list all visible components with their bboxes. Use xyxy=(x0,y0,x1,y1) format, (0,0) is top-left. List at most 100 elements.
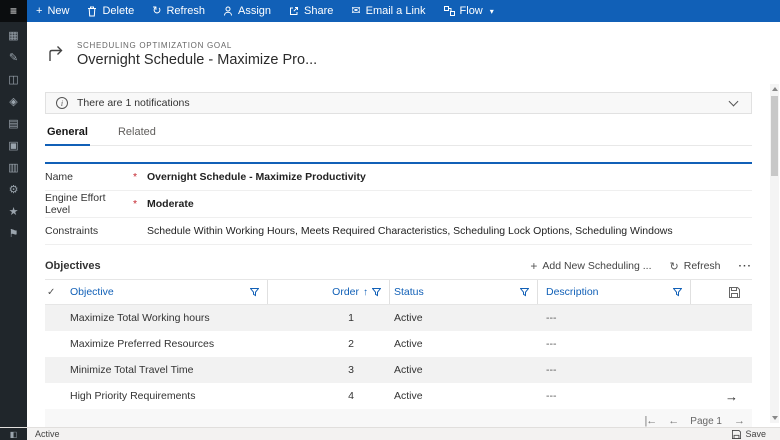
field-label: Name xyxy=(45,171,74,183)
nav-icon-4[interactable]: ◈ xyxy=(9,97,17,108)
plus-icon: + xyxy=(36,4,43,17)
cell-objective: Maximize Total Working hours xyxy=(70,312,210,324)
required-asterisk: * xyxy=(133,171,138,183)
notification-expand-chevron-icon[interactable] xyxy=(728,96,739,107)
plus-icon: + xyxy=(530,259,538,273)
refresh-icon: ↻ xyxy=(152,4,162,17)
page-indicator: Page 1 xyxy=(690,415,722,427)
field-value-engine-effort[interactable]: Moderate xyxy=(147,198,194,210)
column-header-objective[interactable]: Objective xyxy=(70,280,268,304)
share-button[interactable]: Share xyxy=(280,0,342,22)
field-constraints: Constraints Schedule Within Working Hour… xyxy=(45,218,752,245)
nav-icon-2[interactable]: ✎ xyxy=(9,53,18,64)
cell-order: 2 xyxy=(348,338,354,350)
field-value-constraints[interactable]: Schedule Within Working Hours, Meets Req… xyxy=(147,225,673,237)
save-disk-icon xyxy=(732,429,742,439)
field-name: Name * Overnight Schedule - Maximize Pro… xyxy=(45,164,752,191)
cell-status: Active xyxy=(394,364,423,376)
cell-objective: High Priority Requirements xyxy=(70,390,196,402)
status-square-icon: ◧ xyxy=(0,428,27,440)
share-icon xyxy=(289,6,299,16)
column-header-description[interactable]: Description xyxy=(538,280,691,304)
filter-funnel-icon[interactable] xyxy=(372,287,381,297)
refresh-button[interactable]: ↻ Refresh xyxy=(143,0,214,22)
cell-objective: Minimize Total Travel Time xyxy=(70,364,194,376)
sort-ascending-icon: ↑ xyxy=(363,286,368,298)
subgrid-more-commands-button[interactable]: ··· xyxy=(739,260,753,272)
flow-icon xyxy=(443,6,455,16)
cell-order: 3 xyxy=(348,364,354,376)
nav-icon-8[interactable]: ⚙ xyxy=(9,185,19,196)
cell-status: Active xyxy=(394,312,423,324)
table-row[interactable]: Minimize Total Travel Time 3 Active --- xyxy=(45,357,752,383)
refresh-icon: ↻ xyxy=(669,260,679,273)
record-status-label: Active xyxy=(35,429,60,439)
grid-pagination: |← ← Page 1 → xyxy=(45,409,752,427)
flow-button[interactable]: Flow ▾ xyxy=(435,0,503,22)
field-label: Engine Effort Level xyxy=(45,192,106,216)
add-new-scheduling-button[interactable]: + Add New Scheduling ... xyxy=(530,259,651,273)
assign-button[interactable]: Assign xyxy=(214,0,280,22)
nav-icon-9[interactable]: ★ xyxy=(9,207,19,218)
scrollbar-thumb[interactable] xyxy=(771,96,778,176)
column-header-status[interactable]: Status xyxy=(390,280,538,304)
nav-icon-10[interactable]: ⚑ xyxy=(9,229,19,240)
email-a-link-button[interactable]: ✉ Email a Link xyxy=(342,0,434,22)
cell-order: 1 xyxy=(348,312,354,324)
notification-bar: i There are 1 notifications xyxy=(45,92,752,114)
select-all-checkmark-icon[interactable]: ✓ xyxy=(45,280,70,304)
nav-icon-7[interactable]: ▥ xyxy=(8,163,18,174)
filter-funnel-icon[interactable] xyxy=(673,287,682,297)
subgrid-header: Objectives + Add New Scheduling ... ↻ Re… xyxy=(45,253,752,279)
first-page-button[interactable]: |← xyxy=(644,415,657,427)
subgrid-refresh-button[interactable]: ↻ Refresh xyxy=(670,260,721,273)
field-label: Constraints xyxy=(45,225,99,237)
filter-funnel-icon[interactable] xyxy=(520,287,529,297)
field-value-name[interactable]: Overnight Schedule - Maximize Productivi… xyxy=(147,171,366,183)
notification-text: There are 1 notifications xyxy=(77,97,190,109)
form-tabs: General Related xyxy=(45,126,752,146)
envelope-icon: ✉ xyxy=(351,4,361,17)
form-fields: Name * Overnight Schedule - Maximize Pro… xyxy=(45,162,752,245)
cell-order: 4 xyxy=(348,390,354,402)
cell-description: --- xyxy=(546,390,557,402)
entity-caption: SCHEDULING OPTIMIZATION GOAL xyxy=(77,40,233,50)
tab-general[interactable]: General xyxy=(45,126,90,146)
new-button[interactable]: + New xyxy=(27,0,78,22)
record-header: SCHEDULING OPTIMIZATION GOAL Overnight S… xyxy=(27,22,780,72)
chevron-down-icon: ▾ xyxy=(489,6,494,16)
scroll-up-arrow-icon[interactable] xyxy=(770,84,779,94)
table-row[interactable]: Maximize Preferred Resources 2 Active --… xyxy=(45,331,752,357)
required-asterisk: * xyxy=(133,198,138,210)
previous-page-button[interactable]: ← xyxy=(668,415,679,427)
tab-related[interactable]: Related xyxy=(116,126,158,145)
objectives-subgrid: Objectives + Add New Scheduling ... ↻ Re… xyxy=(45,253,752,427)
cell-description: --- xyxy=(546,312,557,324)
nav-icon-1[interactable]: ▦ xyxy=(8,31,18,42)
save-layout-disk-icon[interactable] xyxy=(691,280,752,304)
column-header-order[interactable]: Order ↑ xyxy=(268,280,390,304)
filter-funnel-icon[interactable] xyxy=(250,287,259,297)
scroll-down-arrow-icon[interactable] xyxy=(770,413,779,423)
sitemap-rail: ▦ ✎ ◫ ◈ ▤ ▣ ▥ ⚙ ★ ⚑ xyxy=(0,22,27,427)
main-content: SCHEDULING OPTIMIZATION GOAL Overnight S… xyxy=(27,22,780,427)
table-row[interactable]: Maximize Total Working hours 1 Active --… xyxy=(45,305,752,331)
cell-objective: Maximize Preferred Resources xyxy=(70,338,215,350)
nav-icon-5[interactable]: ▤ xyxy=(8,119,18,130)
command-bar: ≡ + New Delete ↻ Refresh Assign Share ✉ … xyxy=(0,0,780,22)
scrollbar[interactable] xyxy=(770,84,779,423)
delete-button[interactable]: Delete xyxy=(78,0,143,22)
next-page-button[interactable]: → xyxy=(734,415,745,427)
nav-icon-3[interactable]: ◫ xyxy=(8,75,18,86)
hamburger-menu-icon[interactable]: ≡ xyxy=(0,0,27,22)
open-record-arrow-icon[interactable]: → xyxy=(691,389,752,404)
nav-icon-6[interactable]: ▣ xyxy=(8,141,18,152)
objectives-grid: ✓ Objective Order ↑ Status Description M… xyxy=(45,279,752,427)
table-row[interactable]: High Priority Requirements 4 Active --- … xyxy=(45,383,752,409)
grid-header-row: ✓ Objective Order ↑ Status Description xyxy=(45,280,752,305)
save-button[interactable]: Save xyxy=(732,428,780,440)
info-icon: i xyxy=(56,97,68,109)
cell-status: Active xyxy=(394,338,423,350)
goal-arrow-icon xyxy=(45,43,67,65)
subgrid-title: Objectives xyxy=(45,260,101,272)
